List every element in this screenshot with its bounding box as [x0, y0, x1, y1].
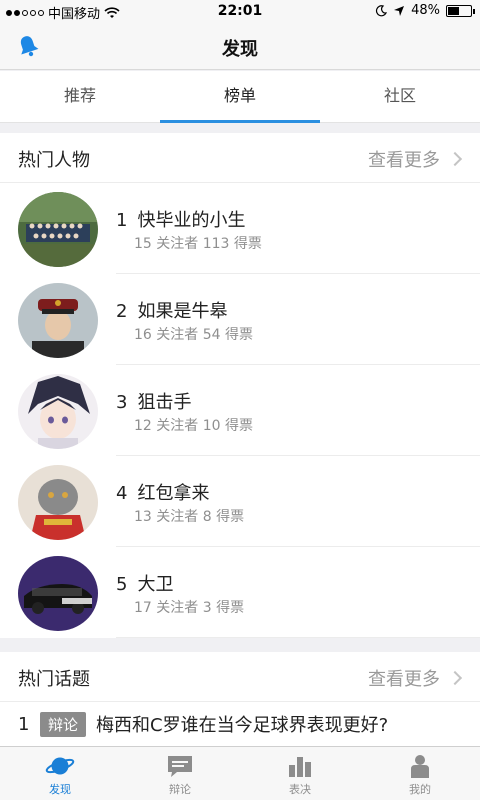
votes-count: 3	[202, 600, 212, 616]
person-name: 大卫	[137, 574, 174, 595]
followers-label: 关注者	[156, 327, 199, 343]
tabbar-label: 辩论	[169, 783, 191, 796]
votes-count: 8	[202, 509, 212, 525]
tabbar-mine[interactable]: 我的	[360, 747, 480, 800]
person-name: 快毕业的小生	[137, 210, 246, 231]
followers-count: 13	[134, 509, 152, 525]
hot-people-section: 热门人物 查看更多 1 快毕业的小生 15 关注者 113 得票 2 如果是牛皋…	[0, 133, 480, 638]
votes-count: 54	[202, 327, 221, 343]
votes-count: 113	[202, 236, 230, 252]
followers-count: 16	[134, 327, 152, 343]
topic-tag-badge: 辩论	[40, 711, 87, 737]
list-item[interactable]: 4 红包拿来 13 关注者 8 得票	[0, 456, 480, 547]
votes-label: 得票	[225, 418, 254, 434]
tabbar-vote[interactable]: 表决	[240, 747, 360, 800]
hot-topics-header: 热门话题 查看更多	[0, 652, 480, 702]
see-more-label: 查看更多	[368, 150, 440, 171]
topic-title: 梅西和C罗谁在当今足球界表现更好?	[96, 715, 389, 736]
tab-recommended[interactable]: 推荐	[0, 71, 160, 122]
hot-people-header: 热门人物 查看更多	[0, 133, 480, 183]
followers-count: 15	[134, 236, 152, 252]
avatar	[18, 192, 98, 267]
battery-icon	[446, 4, 475, 17]
rank-number: 4	[116, 483, 128, 504]
tabbar-label: 表决	[289, 783, 311, 796]
chevron-right-icon	[447, 670, 463, 686]
rank-number: 2	[116, 301, 128, 322]
votes-count: 10	[202, 418, 221, 434]
see-more-link[interactable]: 查看更多	[368, 146, 463, 172]
tab-rankings[interactable]: 榜单	[160, 71, 320, 123]
tabbar-label: 发现	[49, 783, 71, 796]
avatar	[18, 465, 98, 540]
list-item[interactable]: 2 如果是牛皋 16 关注者 54 得票	[0, 274, 480, 365]
followers-label: 关注者	[156, 509, 199, 525]
list-item[interactable]: 5 大卫 17 关注者 3 得票	[0, 547, 480, 638]
person-stats: 13 关注者 8 得票	[134, 506, 244, 526]
person-name: 如果是牛皋	[137, 301, 228, 322]
rank-number: 1	[116, 210, 128, 231]
battery-percent: 48%	[411, 3, 440, 18]
votes-label: 得票	[216, 509, 245, 525]
bottom-tab-bar: 发现 辩论 表决 我的	[0, 746, 480, 800]
avatar	[18, 556, 98, 631]
list-item[interactable]: 3 狙击手 12 关注者 10 得票	[0, 365, 480, 456]
list-item[interactable]: 1 快毕业的小生 15 关注者 113 得票	[0, 183, 480, 274]
section-title: 热门人物	[18, 150, 90, 171]
see-more-link[interactable]: 查看更多	[368, 665, 463, 691]
votes-label: 得票	[233, 236, 262, 252]
person-name: 红包拿来	[137, 483, 210, 504]
chevron-right-icon	[447, 151, 463, 167]
nav-bar: 发现	[0, 22, 480, 70]
tabbar-label: 我的	[409, 783, 431, 796]
followers-label: 关注者	[156, 236, 199, 252]
see-more-label: 查看更多	[368, 669, 440, 690]
planet-icon	[45, 757, 75, 775]
tab-community[interactable]: 社区	[320, 71, 480, 122]
status-bar: 中国移动 22:01 48%	[0, 0, 480, 22]
tabbar-debate[interactable]: 辩论	[120, 747, 240, 800]
hot-topics-section: 热门话题 查看更多 1 辩论 梅西和C罗谁在当今足球界表现更好?	[0, 652, 480, 746]
followers-label: 关注者	[156, 418, 199, 434]
rank-number: 3	[116, 392, 128, 413]
person-stats: 16 关注者 54 得票	[134, 324, 253, 344]
avatar	[18, 374, 98, 449]
rank-number: 5	[116, 574, 128, 595]
topic-rank: 1	[18, 713, 30, 735]
person-stats: 17 关注者 3 得票	[134, 597, 244, 617]
person-stats: 15 关注者 113 得票	[134, 233, 262, 253]
bar-chart-icon	[289, 757, 311, 777]
moon-icon	[376, 4, 388, 16]
segment-tabs: 推荐 榜单 社区	[0, 71, 480, 123]
tabbar-discover[interactable]: 发现	[0, 747, 120, 800]
votes-label: 得票	[216, 600, 245, 616]
page-title: 发现	[222, 39, 258, 60]
followers-count: 12	[134, 418, 152, 434]
avatar	[18, 283, 98, 358]
followers-label: 关注者	[156, 600, 199, 616]
followers-count: 17	[134, 600, 152, 616]
location-arrow-icon	[394, 5, 405, 16]
section-title: 热门话题	[18, 669, 90, 690]
person-icon	[411, 755, 429, 778]
person-stats: 12 关注者 10 得票	[134, 415, 253, 435]
topic-row[interactable]: 1 辩论 梅西和C罗谁在当今足球界表现更好?	[0, 702, 480, 746]
chat-icon	[168, 756, 192, 777]
person-name: 狙击手	[137, 392, 192, 413]
votes-label: 得票	[225, 327, 254, 343]
